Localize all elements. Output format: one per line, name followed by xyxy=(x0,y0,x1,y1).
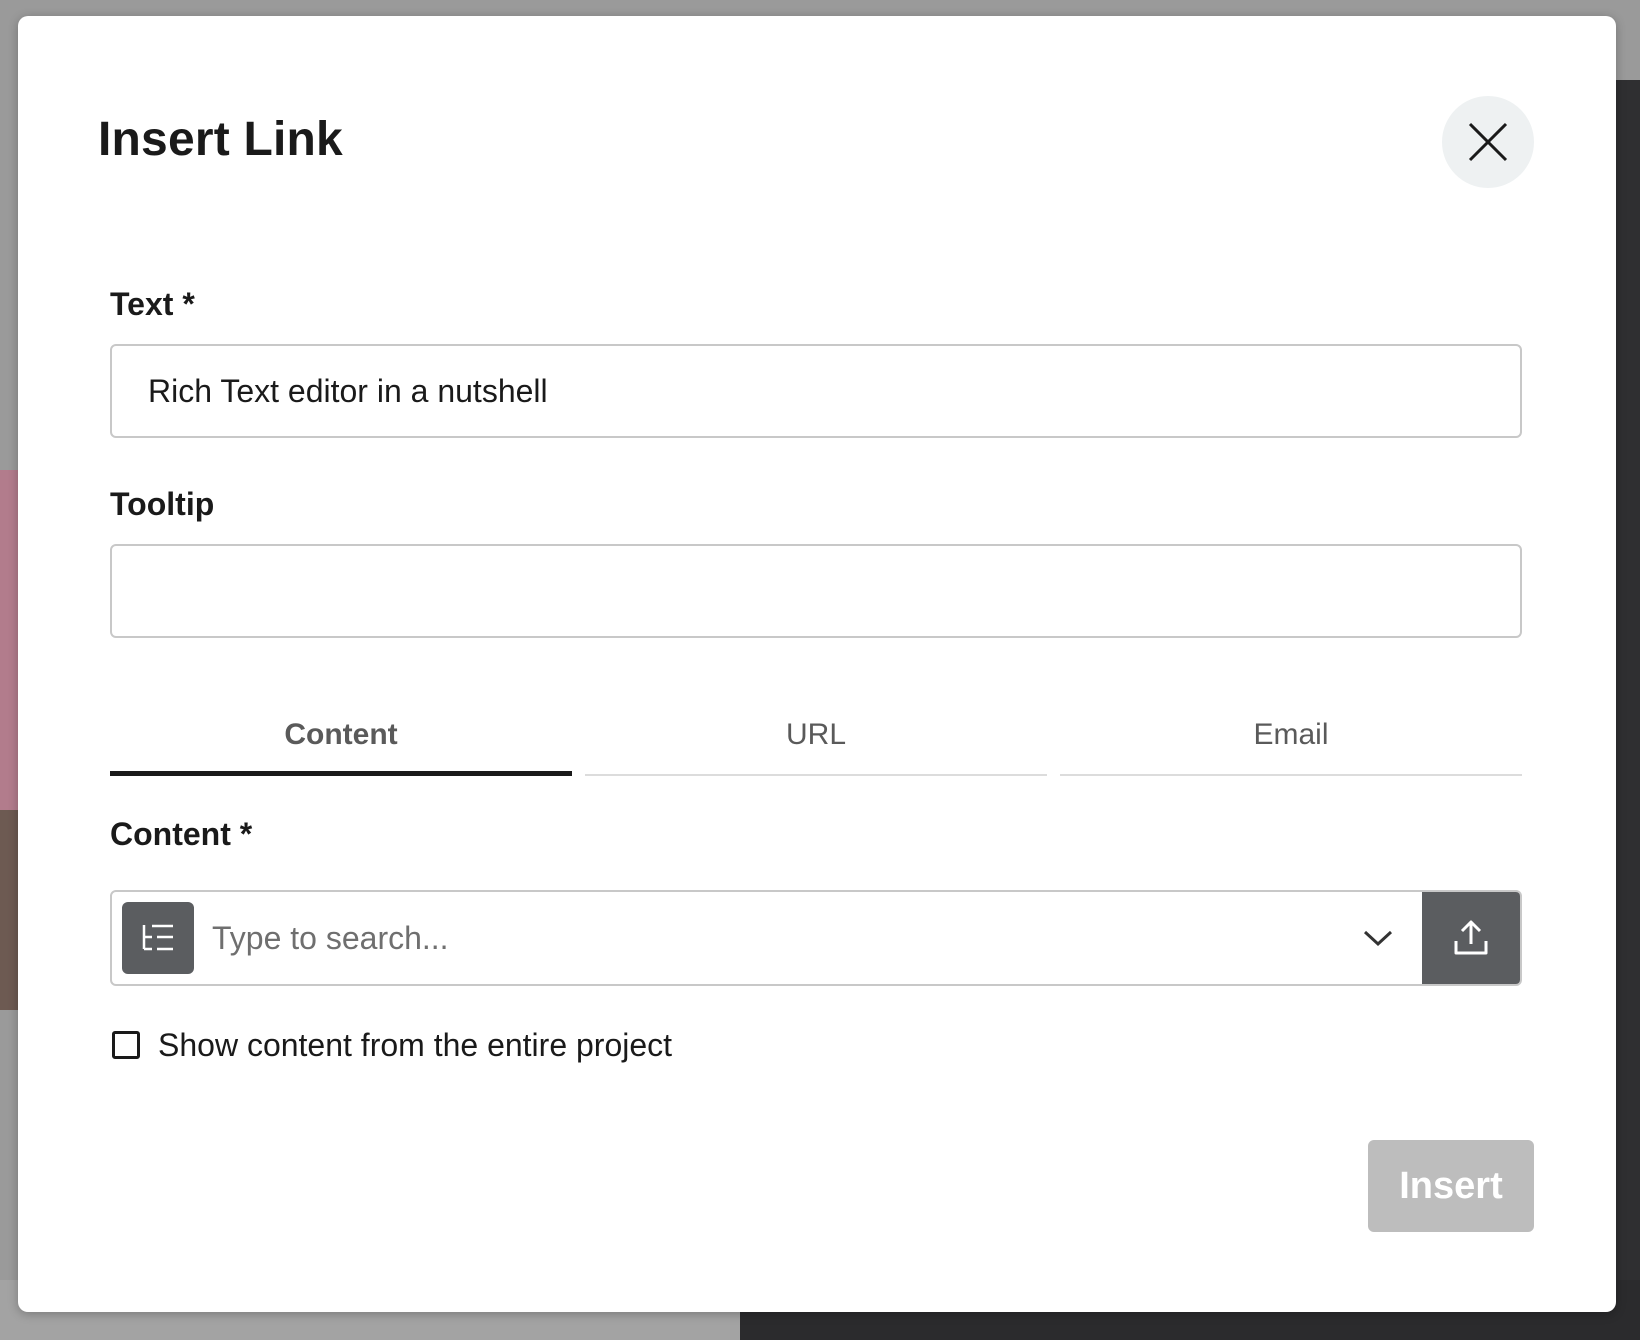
content-tree-button[interactable] xyxy=(122,902,194,974)
insert-link-dialog: Insert Link Text * Tooltip Content URL E… xyxy=(18,16,1616,1312)
text-field-label: Text * xyxy=(110,286,195,322)
checkbox-label: Show content from the entire project xyxy=(158,1026,673,1063)
tab-underline xyxy=(585,774,1047,776)
close-icon xyxy=(1468,122,1508,162)
tab-url[interactable]: URL xyxy=(585,686,1047,776)
tab-underline xyxy=(1060,774,1522,776)
content-field-label: Content * xyxy=(110,816,253,852)
show-entire-project-checkbox[interactable] xyxy=(112,1031,140,1059)
upload-button[interactable] xyxy=(1422,892,1520,984)
content-picker xyxy=(110,890,1522,986)
link-type-tabs: Content URL Email xyxy=(110,686,1522,776)
show-entire-project-option[interactable]: Show content from the entire project xyxy=(112,1020,672,1070)
chevron-down-icon xyxy=(1363,930,1393,947)
tab-label: Content xyxy=(284,718,398,751)
content-dropdown-toggle[interactable] xyxy=(1352,914,1404,962)
tab-underline xyxy=(110,771,572,776)
backdrop-panel xyxy=(0,810,18,1010)
text-input[interactable] xyxy=(110,344,1522,438)
tab-label: URL xyxy=(785,718,846,751)
backdrop-panel xyxy=(0,470,18,810)
dialog-title: Insert Link xyxy=(98,113,343,166)
tab-label: Email xyxy=(1253,718,1329,751)
close-button[interactable] xyxy=(1442,96,1534,188)
content-tree-icon xyxy=(142,924,173,951)
upload-icon xyxy=(1454,920,1488,955)
tooltip-input[interactable] xyxy=(110,544,1522,638)
tab-email[interactable]: Email xyxy=(1060,686,1522,776)
tooltip-field-label: Tooltip xyxy=(110,486,215,522)
tab-content[interactable]: Content xyxy=(110,686,572,776)
insert-button[interactable]: Insert xyxy=(1368,1140,1534,1232)
content-search-input[interactable] xyxy=(212,892,1292,984)
